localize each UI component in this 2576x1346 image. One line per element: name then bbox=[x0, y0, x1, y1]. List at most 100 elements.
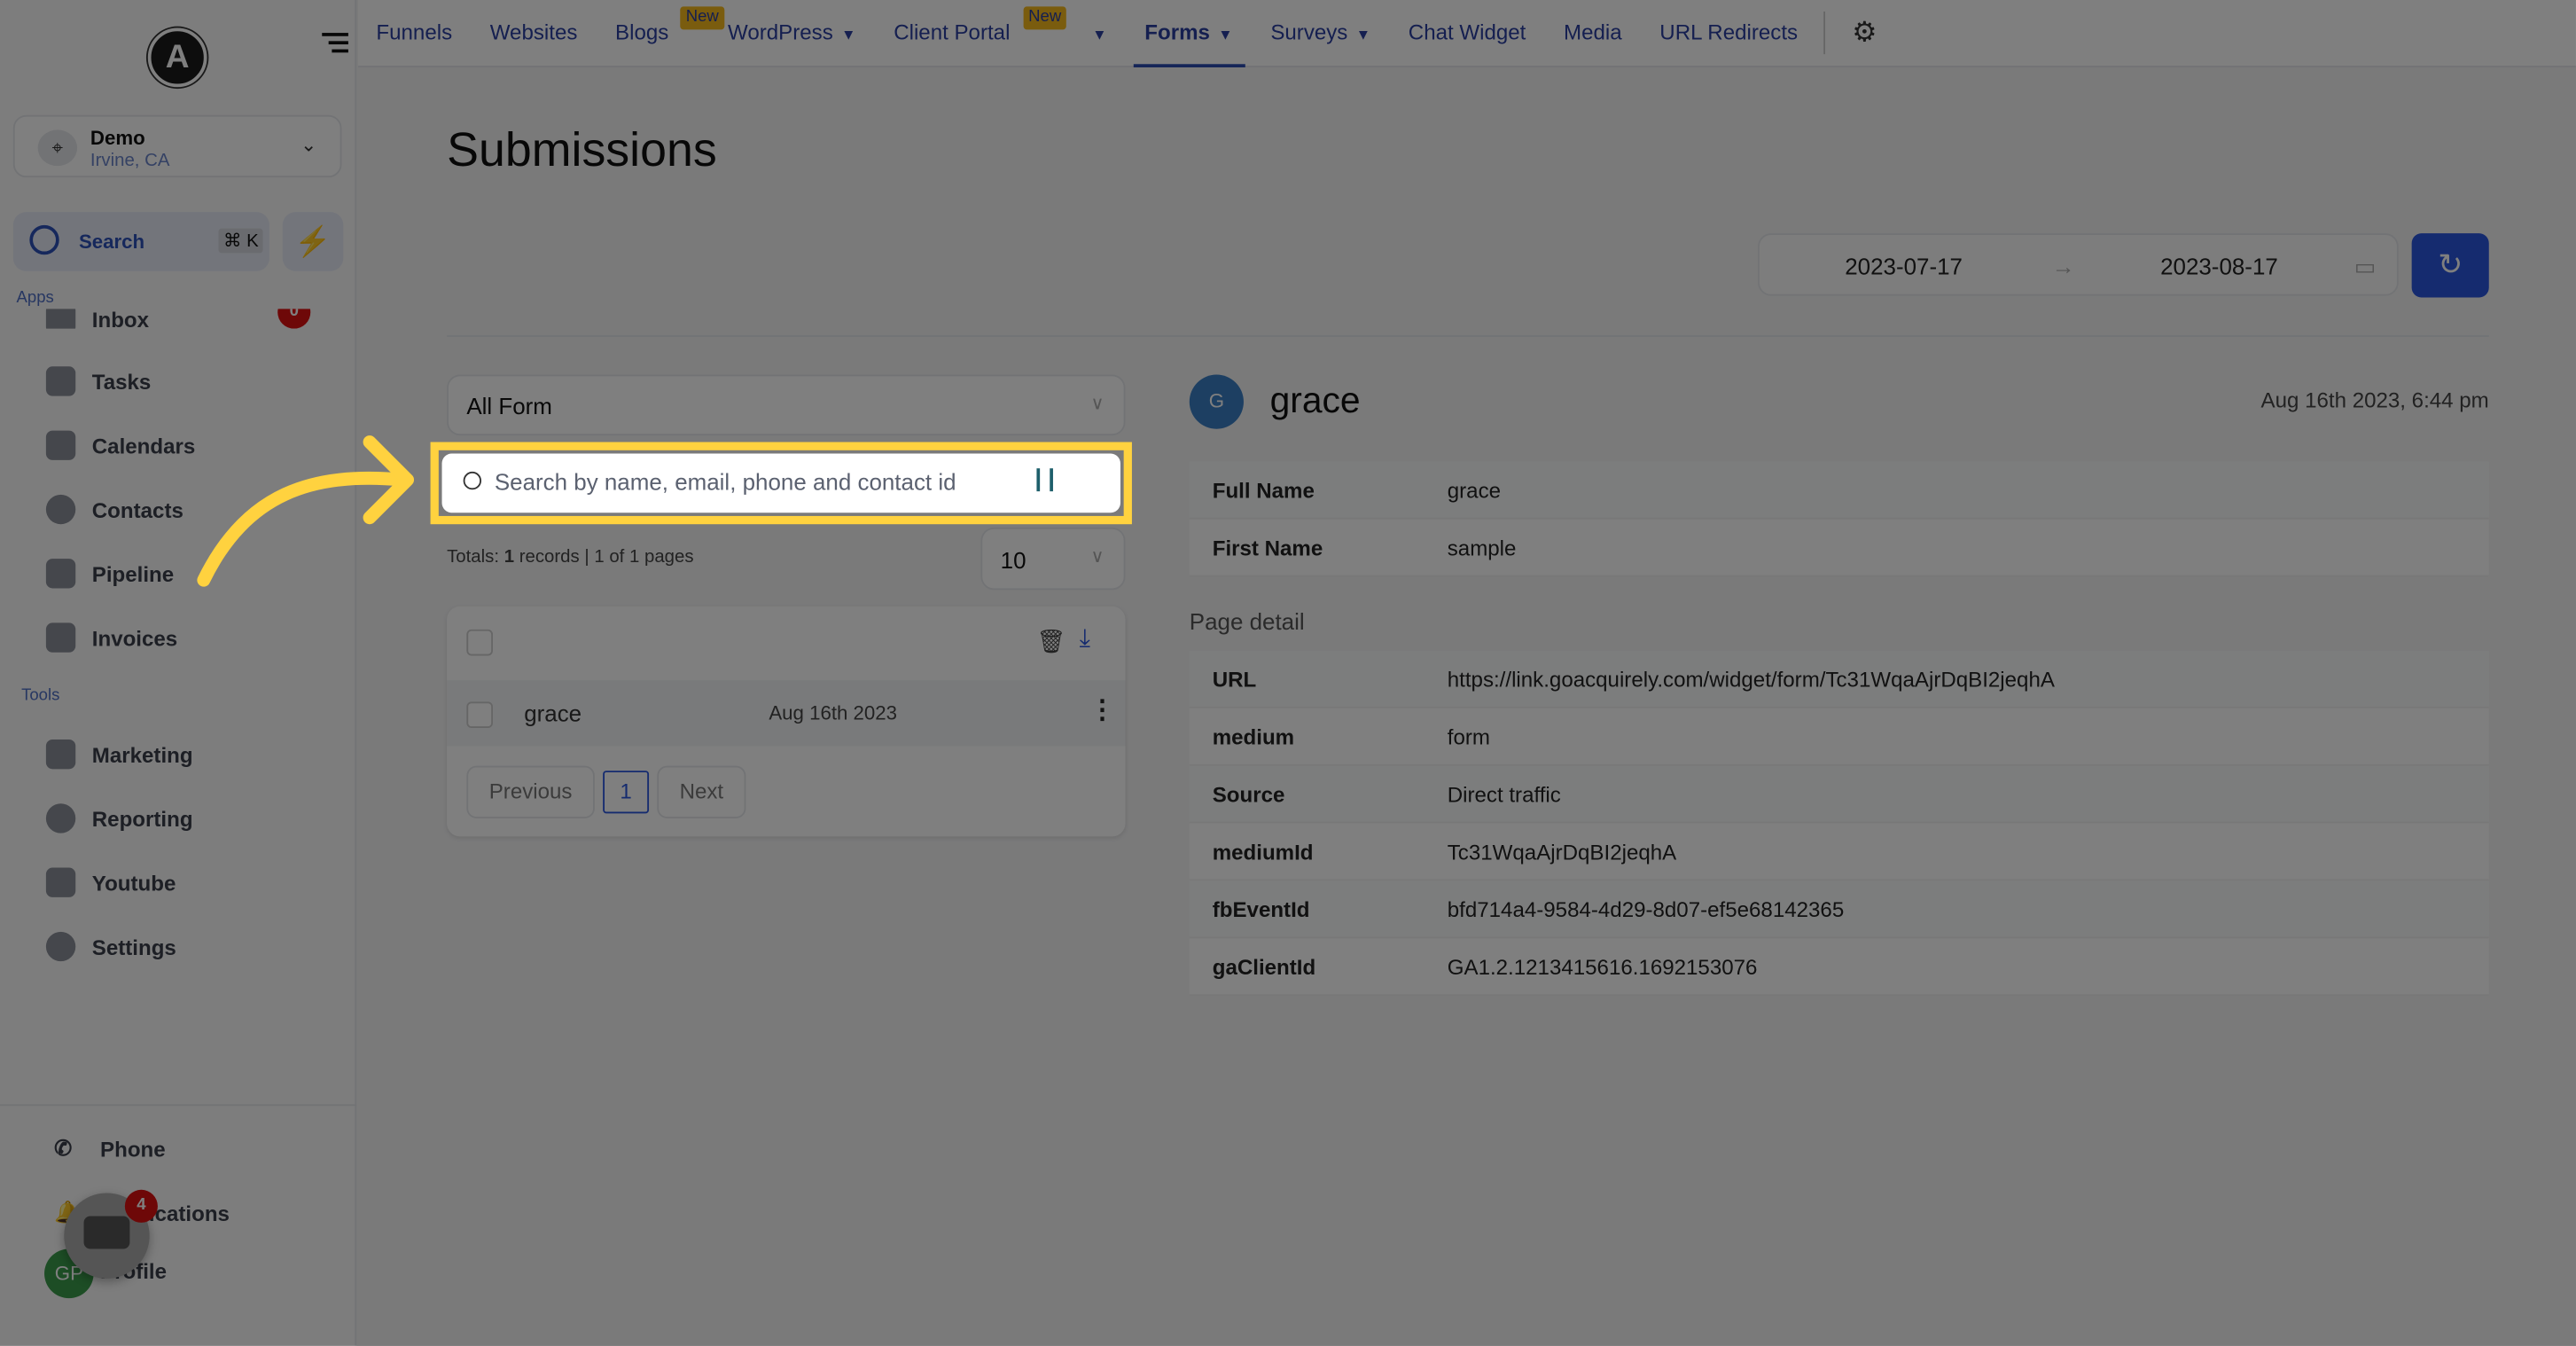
chevron-down-icon: ▼ bbox=[1092, 25, 1107, 43]
field-label: medium bbox=[1212, 724, 1295, 749]
inbox-icon bbox=[45, 309, 76, 329]
chevron-down-icon: ∨ bbox=[1090, 394, 1105, 415]
next-page-button[interactable]: Next bbox=[657, 765, 746, 818]
chevron-down-icon: ∨ bbox=[1090, 547, 1105, 567]
tab-client-portal[interactable]: Client Portal New ▼ bbox=[894, 0, 1107, 67]
inbox-badge: 0 bbox=[277, 309, 311, 329]
sidebar-item-marketing[interactable]: Marketing bbox=[45, 734, 193, 773]
account-name: Demo bbox=[90, 126, 145, 150]
tab-websites[interactable]: Websites bbox=[490, 0, 578, 67]
field-label: Full Name bbox=[1212, 477, 1315, 503]
search-icon bbox=[463, 471, 482, 490]
app-logo: A bbox=[147, 27, 207, 88]
page-size-select[interactable]: 10 ∨ bbox=[980, 527, 1126, 591]
quick-actions-bolt-icon[interactable]: ⚡ bbox=[282, 212, 344, 271]
date-from[interactable]: 2023-07-17 bbox=[1845, 253, 1963, 279]
submitter-name: grace bbox=[1269, 380, 1361, 421]
tab-blogs[interactable]: Blogs New bbox=[615, 0, 724, 67]
field-value: grace bbox=[1447, 477, 1502, 503]
sidebar-item-phone[interactable]: ✆ Phone bbox=[54, 1129, 166, 1168]
totals-count: 1 bbox=[503, 547, 515, 567]
divider bbox=[0, 1104, 357, 1107]
tools-section-label: Tools bbox=[21, 686, 60, 706]
megaphone-icon bbox=[45, 739, 76, 770]
sidebar-item-youtube[interactable]: Youtube bbox=[45, 863, 176, 902]
tab-funnels[interactable]: Funnels bbox=[376, 0, 452, 67]
form-select[interactable]: All Form ∨ bbox=[447, 374, 1126, 436]
invoice-icon bbox=[45, 622, 76, 653]
submissions-list: 🗑 ⤓ grace Aug 16th 2023 ⋮ Previous 1 Nex… bbox=[447, 606, 1126, 837]
youtube-icon bbox=[45, 867, 76, 897]
sidebar-item-contacts[interactable]: Contacts bbox=[45, 489, 183, 528]
sidebar-item-tasks[interactable]: Tasks bbox=[45, 362, 152, 401]
tab-label: Surveys bbox=[1270, 19, 1348, 44]
new-badge: New bbox=[681, 5, 724, 29]
sidebar-item-inbox[interactable]: Inbox bbox=[45, 309, 150, 329]
fields-table: Full Name grace First Name sample bbox=[1189, 461, 2489, 577]
sidebar-item-invoices[interactable]: Invoices bbox=[45, 618, 178, 657]
field-value: https://link.goacquirely.com/widget/form… bbox=[1447, 666, 2055, 692]
tab-media[interactable]: Media bbox=[1564, 0, 1622, 67]
row-date: Aug 16th 2023 bbox=[769, 701, 898, 725]
field-value: Direct traffic bbox=[1447, 781, 1561, 807]
gear-icon[interactable]: ⚙ bbox=[1823, 11, 1877, 55]
table-row: URL https://link.goacquirely.com/widget/f… bbox=[1189, 650, 2489, 708]
tab-surveys[interactable]: Surveys ▼ bbox=[1270, 0, 1370, 67]
row-checkbox[interactable] bbox=[466, 701, 493, 729]
sidebar-item-label: Marketing bbox=[91, 741, 193, 767]
download-icon[interactable]: ⤓ bbox=[1080, 624, 1090, 653]
more-options-icon[interactable]: ⋮ bbox=[1089, 693, 1116, 726]
page-1-button[interactable]: 1 bbox=[603, 771, 650, 814]
menu-toggle-icon[interactable] bbox=[322, 33, 348, 56]
sidebar-item-settings[interactable]: Settings bbox=[45, 927, 176, 966]
submission-search-input[interactable] bbox=[494, 463, 1020, 500]
chevron-down-icon: ▼ bbox=[1218, 25, 1233, 43]
sidebar-item-label: Inbox bbox=[91, 309, 150, 329]
date-to[interactable]: 2023-08-17 bbox=[2160, 253, 2278, 279]
tab-forms[interactable]: Forms ▼ bbox=[1133, 0, 1246, 67]
table-row: gaClientId GA1.2.1213415616.1692153076 bbox=[1189, 938, 2489, 997]
shortcut-hint: ⌘ K bbox=[218, 228, 264, 254]
chevron-down-icon: ⌄ bbox=[301, 133, 317, 157]
tab-label: Client Portal bbox=[894, 19, 1011, 44]
location-icon: ⌖ bbox=[37, 129, 78, 167]
tab-url-redirects[interactable]: URL Redirects bbox=[1659, 0, 1798, 67]
search-icon bbox=[29, 224, 59, 255]
sidebar-item-pipeline[interactable]: Pipeline bbox=[45, 554, 174, 593]
refresh-button[interactable]: ↻ bbox=[2411, 233, 2489, 298]
trash-icon[interactable]: 🗑 bbox=[1036, 628, 1066, 656]
search-highlight bbox=[430, 442, 1132, 525]
sidebar-item-calendars[interactable]: Calendars bbox=[45, 426, 196, 465]
table-row: mediumId Tc31WqaAjrDqBI2jeqhA bbox=[1189, 824, 2489, 881]
sidebar-search-button[interactable]: Search ⌘ K bbox=[12, 212, 269, 271]
page-detail-heading: Page detail bbox=[1189, 607, 1305, 635]
calendar-icon: ▭ bbox=[2354, 253, 2377, 280]
tab-label: WordPress bbox=[728, 19, 833, 44]
sidebar-item-label: Reporting bbox=[91, 806, 193, 831]
table-row: Source Direct traffic bbox=[1189, 765, 2489, 824]
settings-icon bbox=[45, 931, 76, 962]
sidebar-item-label: Calendars bbox=[91, 433, 196, 458]
sidebar-item-reporting[interactable]: Reporting bbox=[45, 799, 193, 838]
date-range-picker[interactable]: 2023-07-17 → 2023-08-17 ▭ bbox=[1758, 233, 2399, 296]
phone-icon: ✆ bbox=[54, 1135, 73, 1161]
select-all-checkbox[interactable] bbox=[466, 629, 493, 656]
barcode-icon[interactable] bbox=[1036, 468, 1053, 492]
previous-page-button[interactable]: Previous bbox=[466, 765, 595, 818]
form-select-value: All Form bbox=[466, 392, 552, 419]
tasks-icon bbox=[45, 366, 76, 396]
contacts-icon bbox=[45, 494, 76, 525]
tab-wordpress[interactable]: WordPress ▼ bbox=[728, 0, 856, 67]
field-label: Source bbox=[1212, 781, 1285, 807]
list-item[interactable]: grace Aug 16th 2023 ⋮ bbox=[447, 680, 1126, 747]
account-switcher[interactable]: ⌖ Demo Irvine, CA ⌄ bbox=[12, 114, 342, 178]
chevron-down-icon: ▼ bbox=[841, 25, 856, 43]
row-name: grace bbox=[524, 700, 582, 727]
tab-chat-widget[interactable]: Chat Widget bbox=[1409, 0, 1526, 67]
search-label: Search bbox=[78, 230, 145, 254]
sidebar-item-label: Invoices bbox=[91, 625, 178, 650]
field-label: First Name bbox=[1212, 535, 1323, 560]
sidebar-item-label: Tasks bbox=[91, 369, 152, 394]
page-title: Submissions bbox=[447, 124, 717, 178]
table-row: fbEventId bfd714a4-9584-4d29-8d07-ef5e681… bbox=[1189, 880, 2489, 939]
